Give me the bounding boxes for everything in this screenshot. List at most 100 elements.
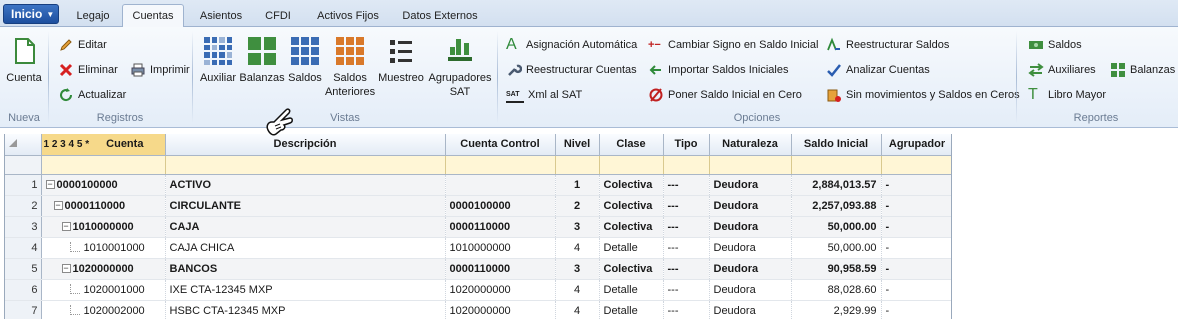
descripcion-cell[interactable]: IXE CTA-12345 MXP — [165, 279, 446, 301]
delete-button[interactable]: Eliminar — [58, 62, 118, 78]
table-row[interactable]: 2−0000110000 CIRCULANTE 0000100000 2 Colecti… — [5, 195, 951, 217]
filter-cuenta-cell[interactable] — [41, 155, 166, 175]
cuenta-cell[interactable]: 1020001000 — [41, 279, 166, 301]
col-agrupador-header[interactable]: Agrupador — [881, 134, 951, 156]
filter-agrupador-cell[interactable] — [881, 155, 951, 175]
filter-tipo-cell[interactable] — [663, 155, 710, 175]
tab-cfdi[interactable]: CFDI — [256, 4, 300, 27]
naturaleza-cell[interactable]: Deudora — [709, 216, 792, 238]
restructure-accounts-button[interactable]: Reestructurar Cuentas — [506, 62, 637, 78]
nivel-cell[interactable]: 4 — [555, 300, 600, 319]
col-cuenta-control-header[interactable]: Cuenta Control — [445, 134, 556, 156]
saldo-inicial-cell[interactable]: 50,000.00 — [791, 237, 882, 259]
agrupador-cell[interactable]: - — [881, 195, 951, 217]
clase-cell[interactable]: Detalle — [599, 300, 664, 319]
grid-corner[interactable] — [5, 134, 42, 156]
agrupador-cell[interactable]: - — [881, 237, 951, 259]
tab-asientos[interactable]: Asientos — [190, 4, 252, 27]
report-auxiliares-button[interactable]: Auxiliares — [1028, 62, 1096, 78]
table-row[interactable]: 7 1020002000 HSBC CTA-12345 MXP 1020000000 4… — [5, 300, 951, 319]
cuenta-cell[interactable]: −1010000000 — [41, 216, 166, 238]
nivel-cell[interactable]: 3 — [555, 258, 600, 280]
tipo-cell[interactable]: --- — [663, 174, 710, 196]
view-saldos-button[interactable]: Saldos — [286, 35, 324, 85]
change-sign-button[interactable]: +− Cambiar Signo en Saldo Inicial — [648, 37, 818, 53]
tipo-cell[interactable]: --- — [663, 195, 710, 217]
table-row[interactable]: 5−1020000000 BANCOS 0000110000 3 Colectiva --… — [5, 258, 951, 280]
auto-assign-button[interactable]: A Asignación Automática — [506, 37, 637, 53]
view-agrupadores-button[interactable]: Agrupadores SAT — [428, 35, 492, 99]
tree-level-selector[interactable]: 1 2 3 4 5 * — [44, 139, 90, 150]
collapse-toggle-icon[interactable]: − — [61, 222, 71, 232]
cuenta-control-cell[interactable]: 0000110000 — [445, 216, 556, 238]
cuenta-control-cell[interactable]: 0000110000 — [445, 258, 556, 280]
view-saldos-anteriores-button[interactable]: Saldos Anteriores — [325, 35, 375, 99]
row-number[interactable]: 4 — [5, 237, 42, 259]
tipo-cell[interactable]: --- — [663, 216, 710, 238]
filter-nivel-cell[interactable] — [555, 155, 600, 175]
row-number[interactable]: 7 — [5, 300, 42, 319]
table-row[interactable]: 3−1010000000 CAJA 0000110000 3 Colectiva --- D… — [5, 216, 951, 238]
col-naturaleza-header[interactable]: Naturaleza — [709, 134, 792, 156]
clase-cell[interactable]: Colectiva — [599, 195, 664, 217]
row-number[interactable]: 6 — [5, 279, 42, 301]
report-libro-mayor-button[interactable]: T Libro Mayor — [1028, 87, 1106, 103]
descripcion-cell[interactable]: HSBC CTA-12345 MXP — [165, 300, 446, 319]
saldo-inicial-cell[interactable]: 2,929.99 — [791, 300, 882, 319]
tab-datos-externos[interactable]: Datos Externos — [394, 4, 486, 27]
tipo-cell[interactable]: --- — [663, 279, 710, 301]
nivel-cell[interactable]: 1 — [555, 174, 600, 196]
agrupador-cell[interactable]: - — [881, 174, 951, 196]
row-number[interactable]: 3 — [5, 216, 42, 238]
analyze-accounts-button[interactable]: Analizar Cuentas — [826, 62, 930, 78]
start-menu-button[interactable]: Inicio ▼ — [3, 4, 59, 24]
restructure-balances-button[interactable]: Reestructurar Saldos — [826, 37, 949, 53]
table-row[interactable]: 6 1020001000 IXE CTA-12345 MXP 1020000000 4 D… — [5, 279, 951, 301]
filter-naturaleza-cell[interactable] — [709, 155, 792, 175]
zero-initial-balance-button[interactable]: Poner Saldo Inicial en Cero — [648, 87, 802, 103]
print-button[interactable]: Imprimir — [130, 62, 190, 78]
clase-cell[interactable]: Detalle — [599, 237, 664, 259]
cuenta-control-cell[interactable]: 1020000000 — [445, 279, 556, 301]
filter-cuenta-control-cell[interactable] — [445, 155, 556, 175]
filter-descripcion-cell[interactable] — [165, 155, 446, 175]
table-row[interactable]: 1−0000100000 ACTIVO 1 Colectiva --- Deudora 2,… — [5, 174, 951, 196]
filter-clase-cell[interactable] — [599, 155, 664, 175]
agrupador-cell[interactable]: - — [881, 279, 951, 301]
agrupador-cell[interactable]: - — [881, 258, 951, 280]
tab-cuentas[interactable]: Cuentas — [122, 4, 184, 28]
tab-legajo[interactable]: Legajo — [64, 4, 122, 27]
report-saldos-button[interactable]: Saldos — [1028, 37, 1082, 53]
saldo-inicial-cell[interactable]: 88,028.60 — [791, 279, 882, 301]
nivel-cell[interactable]: 4 — [555, 237, 600, 259]
nivel-cell[interactable]: 2 — [555, 195, 600, 217]
cuenta-control-cell[interactable]: 1010000000 — [445, 237, 556, 259]
descripcion-cell[interactable]: CAJA — [165, 216, 446, 238]
cuenta-cell[interactable]: −1020000000 — [41, 258, 166, 280]
cuenta-control-cell[interactable] — [445, 174, 556, 196]
naturaleza-cell[interactable]: Deudora — [709, 237, 792, 259]
cuenta-control-cell[interactable]: 0000100000 — [445, 195, 556, 217]
row-number[interactable]: 1 — [5, 174, 42, 196]
tipo-cell[interactable]: --- — [663, 300, 710, 319]
view-balanzas-button[interactable]: Balanzas — [239, 35, 285, 85]
col-cuenta-header[interactable]: 1 2 3 4 5 * Cuenta — [41, 134, 166, 156]
col-nivel-header[interactable]: Nivel — [555, 134, 600, 156]
naturaleza-cell[interactable]: Deudora — [709, 195, 792, 217]
naturaleza-cell[interactable]: Deudora — [709, 258, 792, 280]
collapse-toggle-icon[interactable]: − — [53, 201, 63, 211]
nivel-cell[interactable]: 4 — [555, 279, 600, 301]
col-clase-header[interactable]: Clase — [599, 134, 664, 156]
new-account-button[interactable]: Cuenta — [4, 35, 44, 85]
agrupador-cell[interactable]: - — [881, 216, 951, 238]
clase-cell[interactable]: Colectiva — [599, 258, 664, 280]
descripcion-cell[interactable]: BANCOS — [165, 258, 446, 280]
collapse-toggle-icon[interactable]: − — [61, 264, 71, 274]
col-saldo-inicial-header[interactable]: Saldo Inicial — [791, 134, 882, 156]
nivel-cell[interactable]: 3 — [555, 216, 600, 238]
saldo-inicial-cell[interactable]: 50,000.00 — [791, 216, 882, 238]
import-initial-balances-button[interactable]: Importar Saldos Iniciales — [648, 62, 788, 78]
xml-sat-button[interactable]: SAT Xml al SAT — [506, 87, 582, 103]
cuenta-control-cell[interactable]: 1020000000 — [445, 300, 556, 319]
col-tipo-header[interactable]: Tipo — [663, 134, 710, 156]
